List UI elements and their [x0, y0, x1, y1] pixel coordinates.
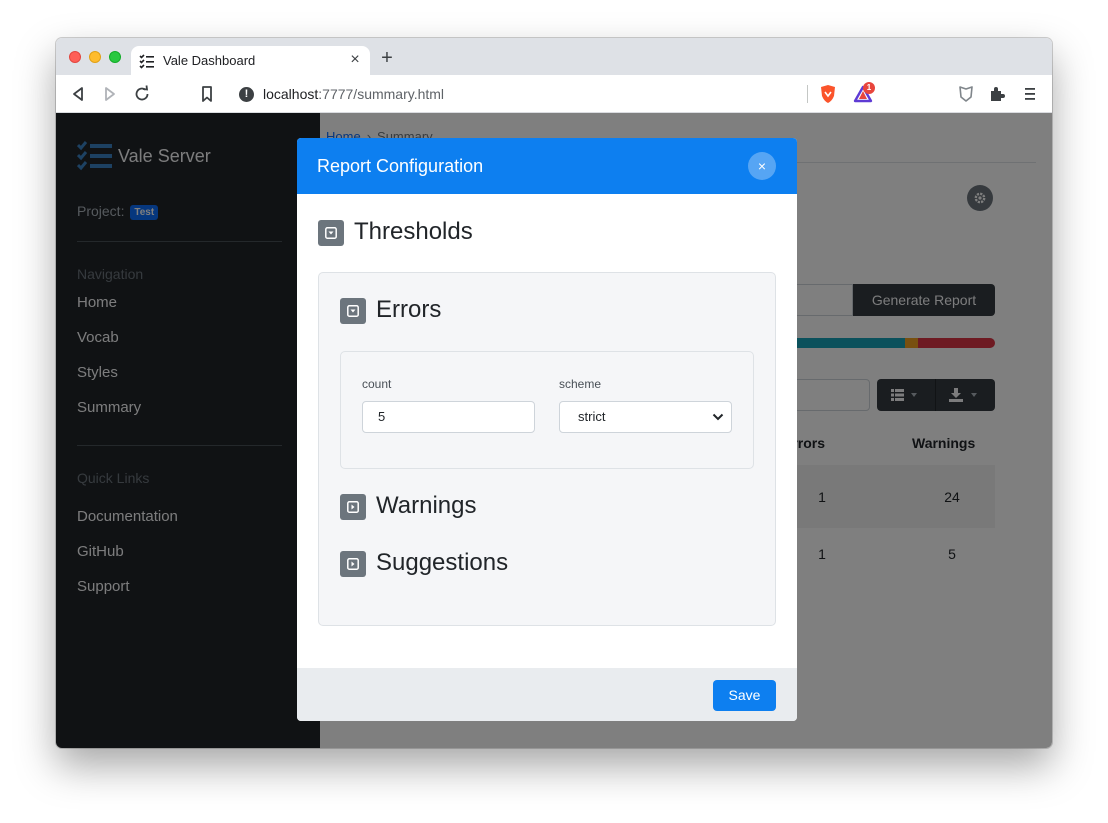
errors-collapse-button[interactable] [340, 298, 366, 324]
browser-toolbar: ! localhost:7777/summary.html 1 [56, 75, 1052, 113]
thresholds-collapse-button[interactable] [318, 220, 344, 246]
browser-window: Vale Dashboard × + ! localhost:7777/summ… [56, 38, 1052, 748]
close-window-button[interactable] [69, 51, 81, 63]
url-text: localhost:7777/summary.html [263, 86, 445, 102]
errors-settings-card: count 5 scheme strict [340, 351, 754, 469]
caret-square-down-icon [347, 305, 359, 317]
minimize-window-button[interactable] [89, 51, 101, 63]
thresholds-title: Thresholds [354, 218, 473, 245]
warnings-collapse-button[interactable] [340, 494, 366, 520]
tab-title: Vale Dashboard [163, 53, 256, 68]
save-button[interactable]: Save [713, 680, 776, 711]
scheme-select[interactable]: strict [559, 401, 732, 433]
bookmark-icon[interactable] [197, 84, 217, 104]
site-info-icon[interactable]: ! [239, 87, 254, 102]
count-input[interactable]: 5 [362, 401, 535, 433]
caret-square-down-icon [325, 227, 337, 239]
new-tab-button[interactable]: + [378, 48, 396, 69]
menu-icon[interactable] [1020, 84, 1040, 104]
close-tab-icon[interactable]: × [346, 50, 364, 70]
address-bar[interactable]: ! localhost:7777/summary.html 1 [229, 79, 879, 109]
rewards-count-badge: 1 [863, 82, 875, 94]
caret-square-right-icon [347, 501, 359, 513]
extensions-icon[interactable] [987, 84, 1007, 104]
checklist-icon [139, 54, 154, 69]
chevron-down-icon [712, 413, 724, 421]
report-configuration-modal: Report Configuration × Thresholds Errors [297, 138, 797, 721]
browser-tab[interactable]: Vale Dashboard × [131, 46, 370, 75]
brave-shields-icon[interactable] [819, 84, 837, 104]
modal-title: Report Configuration [317, 156, 484, 176]
scheme-label: scheme [559, 377, 602, 391]
address-bar-divider [807, 85, 808, 103]
back-icon[interactable] [68, 84, 88, 104]
suggestions-collapse-button[interactable] [340, 551, 366, 577]
tab-strip: Vale Dashboard × + [56, 38, 1052, 75]
thresholds-card: Errors count 5 scheme strict Warnings Su… [318, 272, 776, 626]
modal-footer: Save [297, 668, 797, 721]
count-label: count [362, 377, 392, 391]
errors-title: Errors [376, 296, 442, 323]
zoom-window-button[interactable] [109, 51, 121, 63]
reload-icon[interactable] [132, 84, 152, 104]
caret-square-right-icon [347, 558, 359, 570]
suggestions-title: Suggestions [376, 549, 509, 576]
scheme-selected-value: strict [578, 409, 606, 424]
brave-wallet-icon[interactable] [956, 84, 976, 104]
warnings-title: Warnings [376, 492, 477, 519]
modal-close-button[interactable]: × [748, 152, 776, 180]
page-viewport: Vale Server Project: Test Navigation Hom… [56, 113, 1052, 748]
modal-header: Report Configuration × [297, 138, 797, 194]
forward-icon[interactable] [100, 84, 120, 104]
